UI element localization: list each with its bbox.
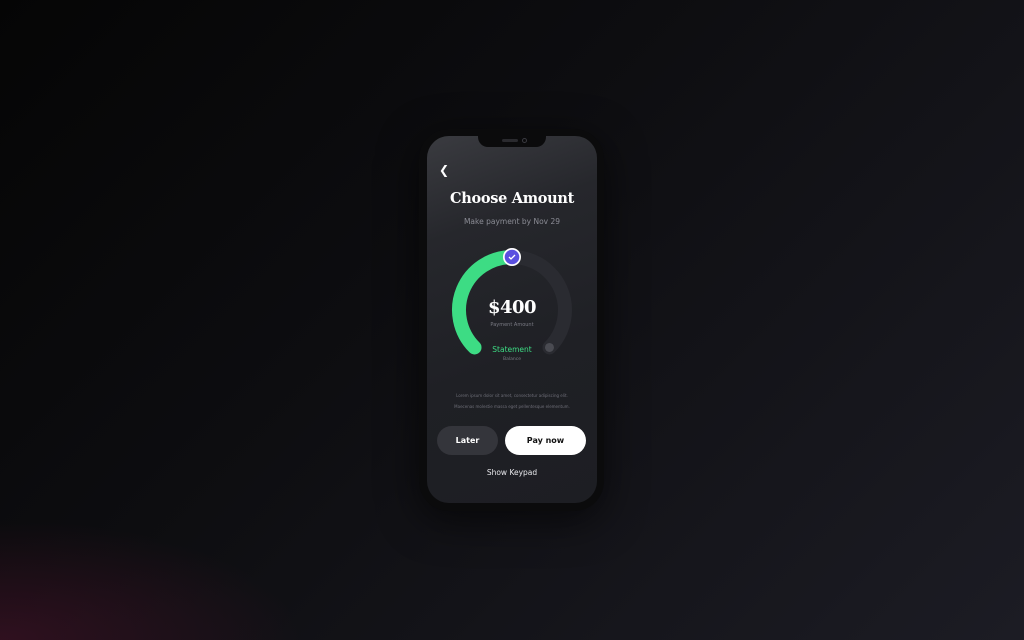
phone-frame: ❮ Choose Amount Make payment by Nov 29 $… — [419, 129, 604, 511]
camera — [522, 138, 527, 143]
statement-label[interactable]: Statement — [427, 345, 597, 354]
page-subtitle: Make payment by Nov 29 — [463, 217, 561, 226]
gauge-knob[interactable] — [503, 248, 521, 266]
balance-label: Balance — [503, 357, 521, 362]
notch — [478, 136, 546, 147]
back-chevron-icon[interactable]: ❮ — [439, 163, 449, 177]
description-line: Lorem ipsum dolor sit amet, consectetur … — [456, 393, 568, 398]
description-line: Maecenas molestie massa eget pellentesqu… — [454, 404, 570, 409]
phone-screen: ❮ Choose Amount Make payment by Nov 29 $… — [427, 136, 597, 503]
later-button[interactable]: Later — [437, 426, 498, 455]
page-title: Choose Amount — [449, 190, 574, 207]
payment-amount: $400 — [487, 297, 537, 318]
payment-amount-label: Payment Amount — [490, 322, 534, 328]
show-keypad-link[interactable]: Show Keypad — [427, 468, 597, 477]
pay-now-button[interactable]: Pay now — [505, 426, 586, 455]
speaker — [502, 139, 518, 142]
